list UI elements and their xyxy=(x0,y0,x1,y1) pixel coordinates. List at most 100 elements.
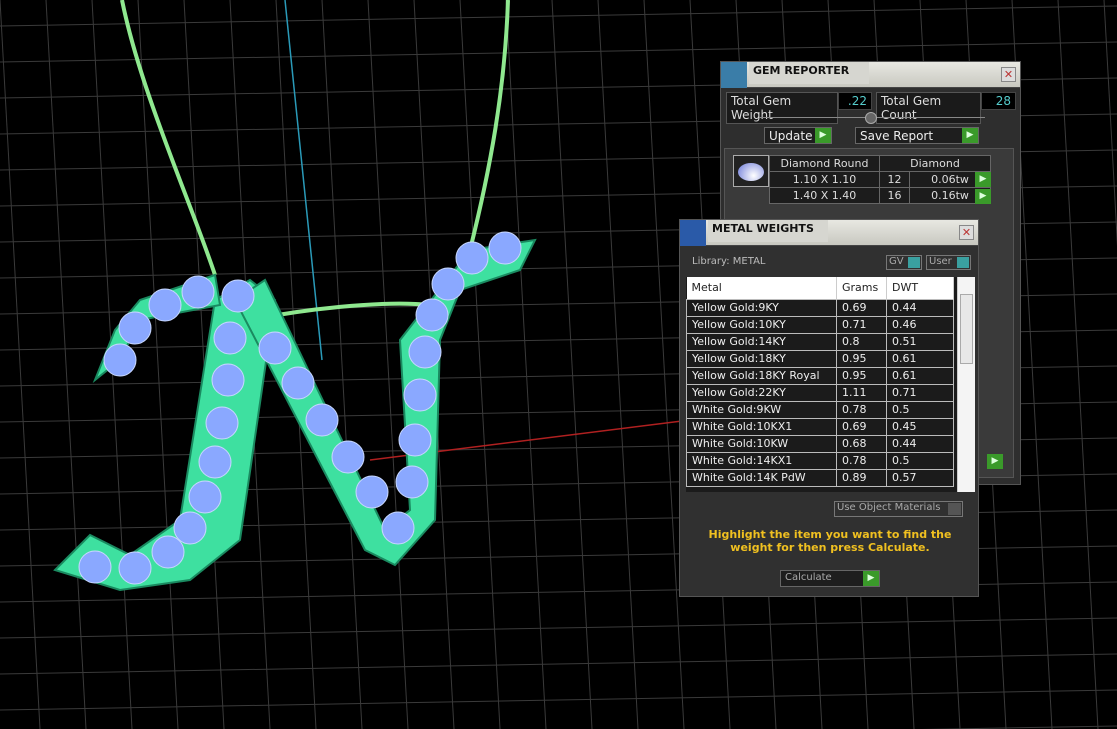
metal-row[interactable]: Yellow Gold:9KY 0.69 0.44 xyxy=(686,298,954,317)
gem xyxy=(103,343,137,377)
gem xyxy=(395,465,429,499)
metal-name: White Gold:14K PdW xyxy=(686,468,837,487)
gem-count: 12 xyxy=(879,171,910,188)
metal-row[interactable]: White Gold:10KW 0.68 0.44 xyxy=(686,434,954,453)
dwt-value: 0.5 xyxy=(886,451,954,470)
dwt-value: 0.46 xyxy=(886,315,954,334)
gem xyxy=(488,231,522,265)
use-object-materials-toggle[interactable]: Use Object Materials xyxy=(834,501,963,517)
metal-row[interactable]: White Gold:14K PdW 0.89 0.57 xyxy=(686,468,954,487)
metal-weights-panel: METAL WEIGHTS ✕ Library: METAL GV User M… xyxy=(679,219,979,597)
dwt-header[interactable]: DWT xyxy=(886,277,954,299)
metal-weights-titlebar[interactable]: METAL WEIGHTS ✕ xyxy=(680,220,978,246)
play-icon: ▶ xyxy=(863,571,879,586)
metal-name: White Gold:9KW xyxy=(686,400,837,419)
save-report-button[interactable]: Save Report ▶ xyxy=(855,127,979,144)
total-gem-count-value: 28 xyxy=(981,92,1016,110)
dwt-value: 0.61 xyxy=(886,349,954,368)
gem-count: 16 xyxy=(879,187,910,204)
gem xyxy=(403,378,437,412)
gem xyxy=(173,511,207,545)
gem-type-header: Diamond xyxy=(879,155,991,172)
dwt-value: 0.45 xyxy=(886,417,954,436)
scrollbar[interactable] xyxy=(957,277,975,492)
gem-reporter-titlebar[interactable]: GEM REPORTER ✕ xyxy=(721,62,1020,88)
instruction-text: Highlight the item you want to find the … xyxy=(708,528,952,554)
calculate-button[interactable]: Calculate ▶ xyxy=(780,570,880,587)
gem xyxy=(78,550,112,584)
metal-row[interactable]: Yellow Gold:18KY Royal 0.95 0.61 xyxy=(686,366,954,385)
gem xyxy=(381,511,415,545)
grams-value: 0.8 xyxy=(836,332,887,351)
metal-header[interactable]: Metal xyxy=(686,277,837,299)
metal-name: White Gold:10KX1 xyxy=(686,417,837,436)
gem xyxy=(415,298,449,332)
close-icon[interactable]: ✕ xyxy=(959,225,974,240)
gv-toggle[interactable]: GV xyxy=(886,255,922,270)
gem xyxy=(198,445,232,479)
gem xyxy=(355,475,389,509)
metal-name: Yellow Gold:18KY Royal xyxy=(686,366,837,385)
total-gem-weight-label: Total Gem Weight xyxy=(726,92,838,124)
metal-row[interactable]: Yellow Gold:18KY 0.95 0.61 xyxy=(686,349,954,368)
total-gem-count-label: Total Gem Count xyxy=(876,92,981,124)
gem-reporter-icon xyxy=(721,62,747,88)
dwt-value: 0.61 xyxy=(886,366,954,385)
extra-button[interactable]: ▶ xyxy=(987,454,1003,469)
letter-n-pendant xyxy=(53,238,537,592)
save-report-label: Save Report xyxy=(860,129,934,143)
grams-value: 0.89 xyxy=(836,468,887,487)
dwt-value: 0.5 xyxy=(886,400,954,419)
dwt-value: 0.51 xyxy=(886,332,954,351)
gem xyxy=(408,335,442,369)
gem xyxy=(211,363,245,397)
gem xyxy=(331,440,365,474)
metal-row[interactable]: White Gold:14KX1 0.78 0.5 xyxy=(686,451,954,470)
dwt-value: 0.44 xyxy=(886,434,954,453)
metal-table: Metal Grams DWT Yellow Gold:9KY 0.69 0.44 Yel… xyxy=(686,277,975,492)
gem-shape-header: Diamond Round xyxy=(769,155,880,172)
metal-name: Yellow Gold:18KY xyxy=(686,349,837,368)
gv-label: GV xyxy=(889,256,904,267)
grams-value: 0.95 xyxy=(836,366,887,385)
grams-value: 0.95 xyxy=(836,349,887,368)
gem xyxy=(431,267,465,301)
metal-row[interactable]: Yellow Gold:22KY 1.11 0.71 xyxy=(686,383,954,402)
gem-row[interactable]: 1.40 X 1.40 16 0.16tw xyxy=(769,187,991,204)
select-row-button[interactable]: ▶ xyxy=(975,189,991,204)
dwt-value: 0.44 xyxy=(886,298,954,317)
metal-name: Yellow Gold:9KY xyxy=(686,298,837,317)
collapse-toggle[interactable] xyxy=(865,112,877,124)
panel-title: GEM REPORTER xyxy=(749,62,869,84)
gem xyxy=(455,241,489,275)
gem-size: 1.10 X 1.10 xyxy=(769,171,880,188)
close-icon[interactable]: ✕ xyxy=(1001,67,1016,82)
gem-row[interactable]: 1.10 X 1.10 12 0.06tw xyxy=(769,171,991,188)
gem xyxy=(213,321,247,355)
metal-name: Yellow Gold:14KY xyxy=(686,332,837,351)
select-row-button[interactable]: ▶ xyxy=(975,172,991,187)
panel-title: METAL WEIGHTS xyxy=(708,220,828,242)
user-toggle[interactable]: User xyxy=(926,255,971,270)
gem xyxy=(188,480,222,514)
diamond-round-icon xyxy=(733,155,769,187)
metal-row[interactable]: Yellow Gold:14KY 0.8 0.51 xyxy=(686,332,954,351)
gem xyxy=(398,423,432,457)
gem xyxy=(118,551,152,585)
metal-row[interactable]: White Gold:9KW 0.78 0.5 xyxy=(686,400,954,419)
metal-name: White Gold:10KW xyxy=(686,434,837,453)
play-icon: ▶ xyxy=(815,128,831,143)
grams-value: 0.68 xyxy=(836,434,887,453)
metal-row[interactable]: White Gold:10KX1 0.69 0.45 xyxy=(686,417,954,436)
metal-name: Yellow Gold:22KY xyxy=(686,383,837,402)
update-button[interactable]: Update ▶ xyxy=(764,127,832,144)
grams-header[interactable]: Grams xyxy=(836,277,887,299)
gem xyxy=(258,331,292,365)
gem xyxy=(281,366,315,400)
metal-row[interactable]: Yellow Gold:10KY 0.71 0.46 xyxy=(686,315,954,334)
gem xyxy=(221,279,255,313)
dwt-value: 0.57 xyxy=(886,468,954,487)
gem xyxy=(181,275,215,309)
cone-icon xyxy=(680,220,706,246)
gem xyxy=(118,311,152,345)
